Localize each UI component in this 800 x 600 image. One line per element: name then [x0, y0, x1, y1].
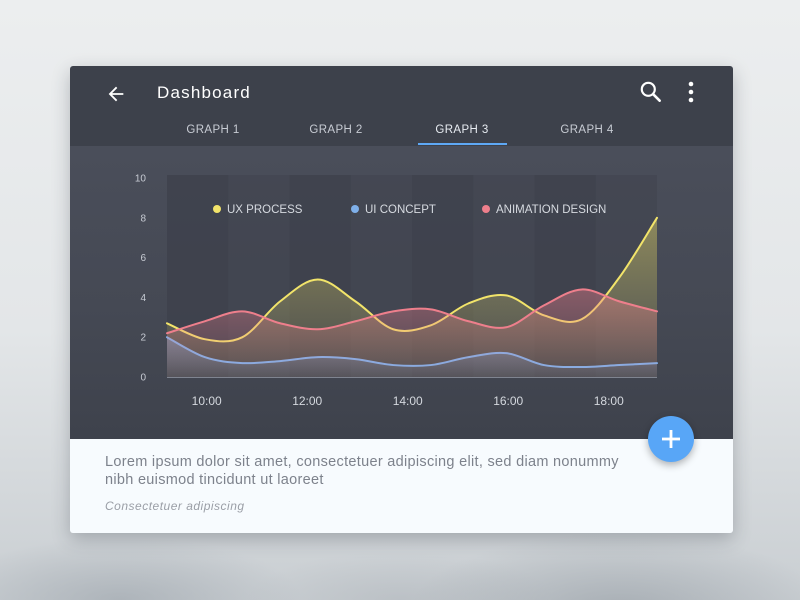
- y-tick-label: 2: [140, 333, 146, 344]
- y-tick-label: 10: [135, 174, 147, 185]
- plus-icon: [662, 430, 680, 448]
- x-tick-label: 12:00: [292, 394, 322, 408]
- active-tab-indicator: [418, 143, 507, 145]
- search-button[interactable]: [638, 79, 664, 105]
- tab-graph-4[interactable]: GRAPH 4: [537, 116, 637, 146]
- y-tick-label: 4: [140, 293, 146, 304]
- legend-label: UI CONCEPT: [365, 204, 436, 216]
- description-subtext: Consectetuer adipiscing: [105, 499, 245, 513]
- legend-marker: [351, 205, 359, 213]
- add-button[interactable]: [648, 416, 694, 462]
- app-bar: Dashboard GRAPH 1 GRAPH 2 GRAPH 3 GRAPH …: [70, 66, 733, 146]
- tab-graph-2[interactable]: GRAPH 2: [286, 116, 386, 146]
- chart-area: 0 2 4 6 8 10 10:00 12:00 14:00 16:00 18:00 UX PROCE…: [70, 146, 733, 439]
- tab-graph-3[interactable]: GRAPH 3: [412, 116, 512, 146]
- back-button[interactable]: [102, 80, 130, 108]
- legend-label: UX PROCESS: [227, 204, 303, 216]
- arrow-back-icon: [108, 86, 124, 102]
- dashboard-card: Dashboard GRAPH 1 GRAPH 2 GRAPH 3 GRAPH …: [70, 66, 733, 533]
- x-tick-label: 10:00: [192, 394, 222, 408]
- more-options-button[interactable]: [681, 79, 701, 105]
- area-chart: 0 2 4 6 8 10 10:00 12:00 14:00 16:00 18:00 UX PROCE…: [135, 174, 658, 408]
- search-icon: [640, 81, 661, 102]
- legend-marker: [482, 205, 490, 213]
- page-title: Dashboard: [157, 83, 251, 102]
- legend-marker: [213, 205, 221, 213]
- tab-graph-1[interactable]: GRAPH 1: [163, 116, 263, 146]
- y-tick-label: 0: [140, 373, 146, 384]
- more-vertical-icon: [688, 81, 694, 103]
- x-tick-label: 16:00: [493, 394, 523, 408]
- legend-label: ANIMATION DESIGN: [496, 204, 606, 216]
- x-tick-label: 18:00: [594, 394, 624, 408]
- description-panel: Lorem ipsum dolor sit amet, consectetuer…: [70, 439, 733, 533]
- y-tick-label: 8: [140, 213, 146, 224]
- y-tick-label: 6: [140, 253, 146, 264]
- description-text: Lorem ipsum dolor sit amet, consectetuer…: [105, 454, 619, 488]
- tab-bar: GRAPH 1 GRAPH 2 GRAPH 3 GRAPH 4: [70, 116, 733, 146]
- x-tick-label: 14:00: [393, 394, 423, 408]
